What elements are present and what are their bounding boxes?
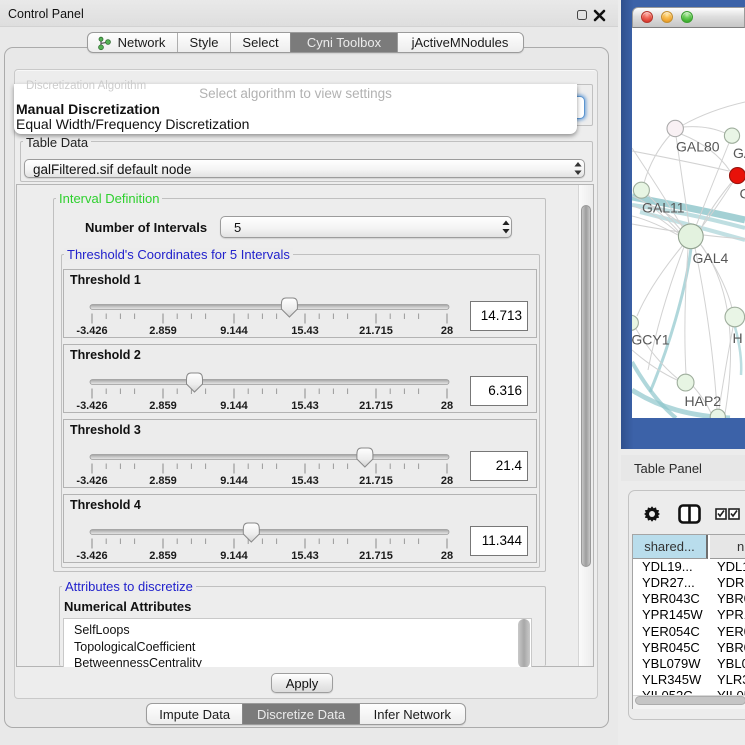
svg-text:2.859: 2.859: [149, 550, 177, 562]
svg-text:28: 28: [441, 400, 453, 412]
svg-text:-3.426: -3.426: [76, 475, 107, 487]
svg-text:15.43: 15.43: [291, 550, 319, 562]
svg-text:GAL11: GAL11: [642, 200, 685, 216]
svg-text:GAL80: GAL80: [676, 138, 720, 154]
svg-text:GA: GA: [733, 145, 745, 161]
svg-text:2.859: 2.859: [149, 475, 177, 487]
svg-text:28: 28: [441, 475, 453, 487]
svg-text:15.43: 15.43: [291, 325, 319, 337]
svg-text:-3.426: -3.426: [76, 400, 107, 412]
svg-text:28: 28: [441, 550, 453, 562]
svg-text:-3.426: -3.426: [76, 550, 107, 562]
svg-text:9.144: 9.144: [220, 475, 248, 487]
svg-text:21.715: 21.715: [359, 325, 393, 337]
svg-text:21.715: 21.715: [359, 475, 393, 487]
svg-text:GCY1: GCY1: [632, 332, 670, 348]
svg-text:15.43: 15.43: [291, 400, 319, 412]
svg-text:2.859: 2.859: [149, 325, 177, 337]
svg-text:9.144: 9.144: [220, 325, 248, 337]
svg-text:-3.426: -3.426: [76, 325, 107, 337]
svg-text:GAL4: GAL4: [693, 250, 729, 266]
svg-text:15.43: 15.43: [291, 475, 319, 487]
svg-text:21.715: 21.715: [359, 550, 393, 562]
svg-text:28: 28: [441, 325, 453, 337]
svg-text:21.715: 21.715: [359, 400, 393, 412]
svg-text:9.144: 9.144: [220, 400, 248, 412]
svg-text:9.144: 9.144: [220, 550, 248, 562]
svg-text:CY: CY: [740, 186, 745, 202]
svg-text:H: H: [733, 330, 743, 346]
svg-text:2.859: 2.859: [149, 400, 177, 412]
svg-text:HAP2: HAP2: [685, 393, 722, 409]
